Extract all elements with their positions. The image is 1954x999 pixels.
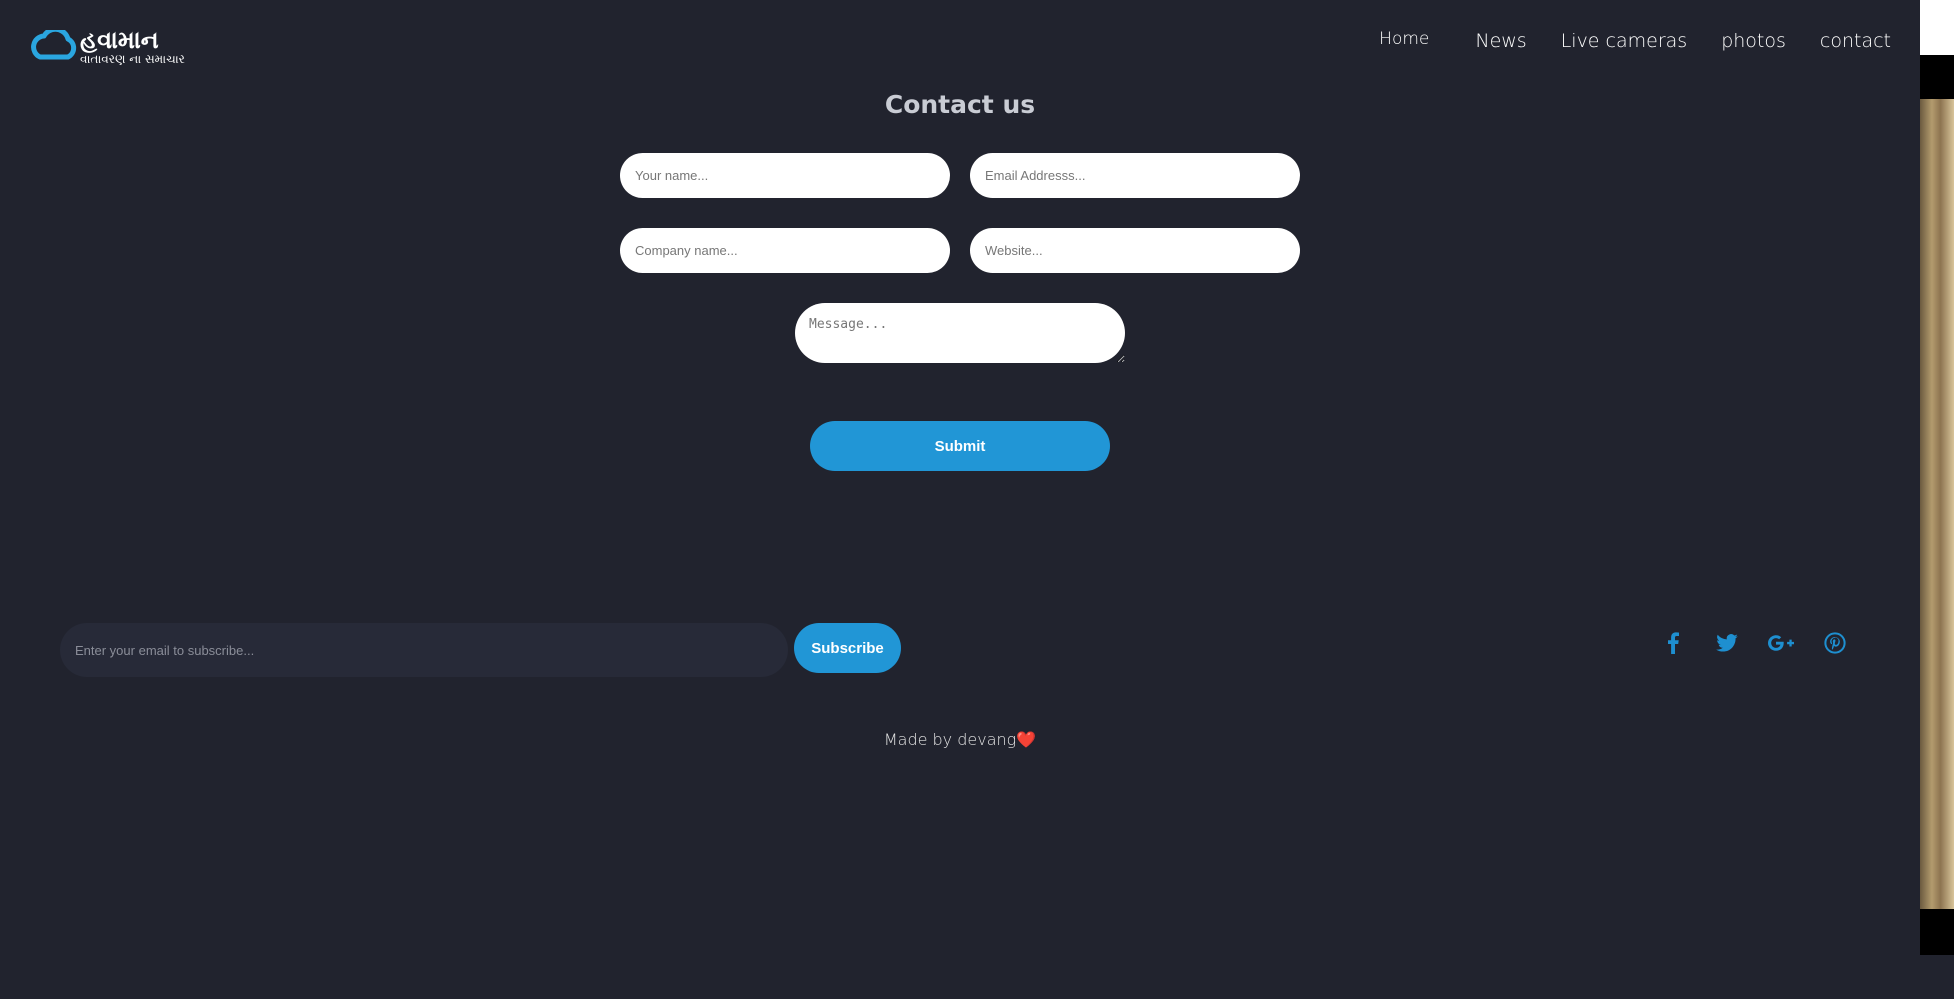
nav-home[interactable]: Home (1379, 29, 1429, 49)
heart-icon: ❤️ (1016, 730, 1037, 749)
subscribe-button[interactable]: Subscribe (794, 623, 901, 673)
logo-tagline: વાતાવરણ ના સમાચાર (80, 52, 185, 66)
nav-photos[interactable]: photos (1721, 30, 1786, 52)
name-field[interactable] (620, 153, 950, 198)
side-photo (1920, 99, 1954, 909)
credit: Made by devang❤️ (0, 730, 1920, 749)
company-field[interactable] (620, 228, 950, 273)
nav-contact[interactable]: contact (1820, 30, 1891, 52)
credit-text: Made by devang (883, 730, 1017, 749)
page-title: Contact us (884, 90, 1036, 119)
main-nav: Home News Live cameras photos contact (1379, 29, 1891, 52)
side-image-panel (1920, 55, 1954, 955)
twitter-icon[interactable] (1714, 630, 1740, 656)
google-plus-icon[interactable] (1768, 630, 1794, 656)
email-field[interactable] (970, 153, 1300, 198)
submit-button[interactable]: Submit (810, 421, 1110, 471)
website-field[interactable] (970, 228, 1300, 273)
side-panel-top (1920, 0, 1954, 55)
facebook-icon[interactable] (1660, 630, 1686, 656)
nav-news[interactable]: News (1475, 30, 1526, 52)
cloud-icon (31, 30, 77, 60)
message-field[interactable] (795, 303, 1125, 363)
pinterest-icon[interactable] (1822, 630, 1848, 656)
logo-title: હવામાન (80, 26, 159, 54)
subscribe-email-input[interactable] (60, 623, 788, 677)
nav-live-cameras[interactable]: Live cameras (1561, 30, 1687, 52)
social-links (1660, 630, 1876, 656)
